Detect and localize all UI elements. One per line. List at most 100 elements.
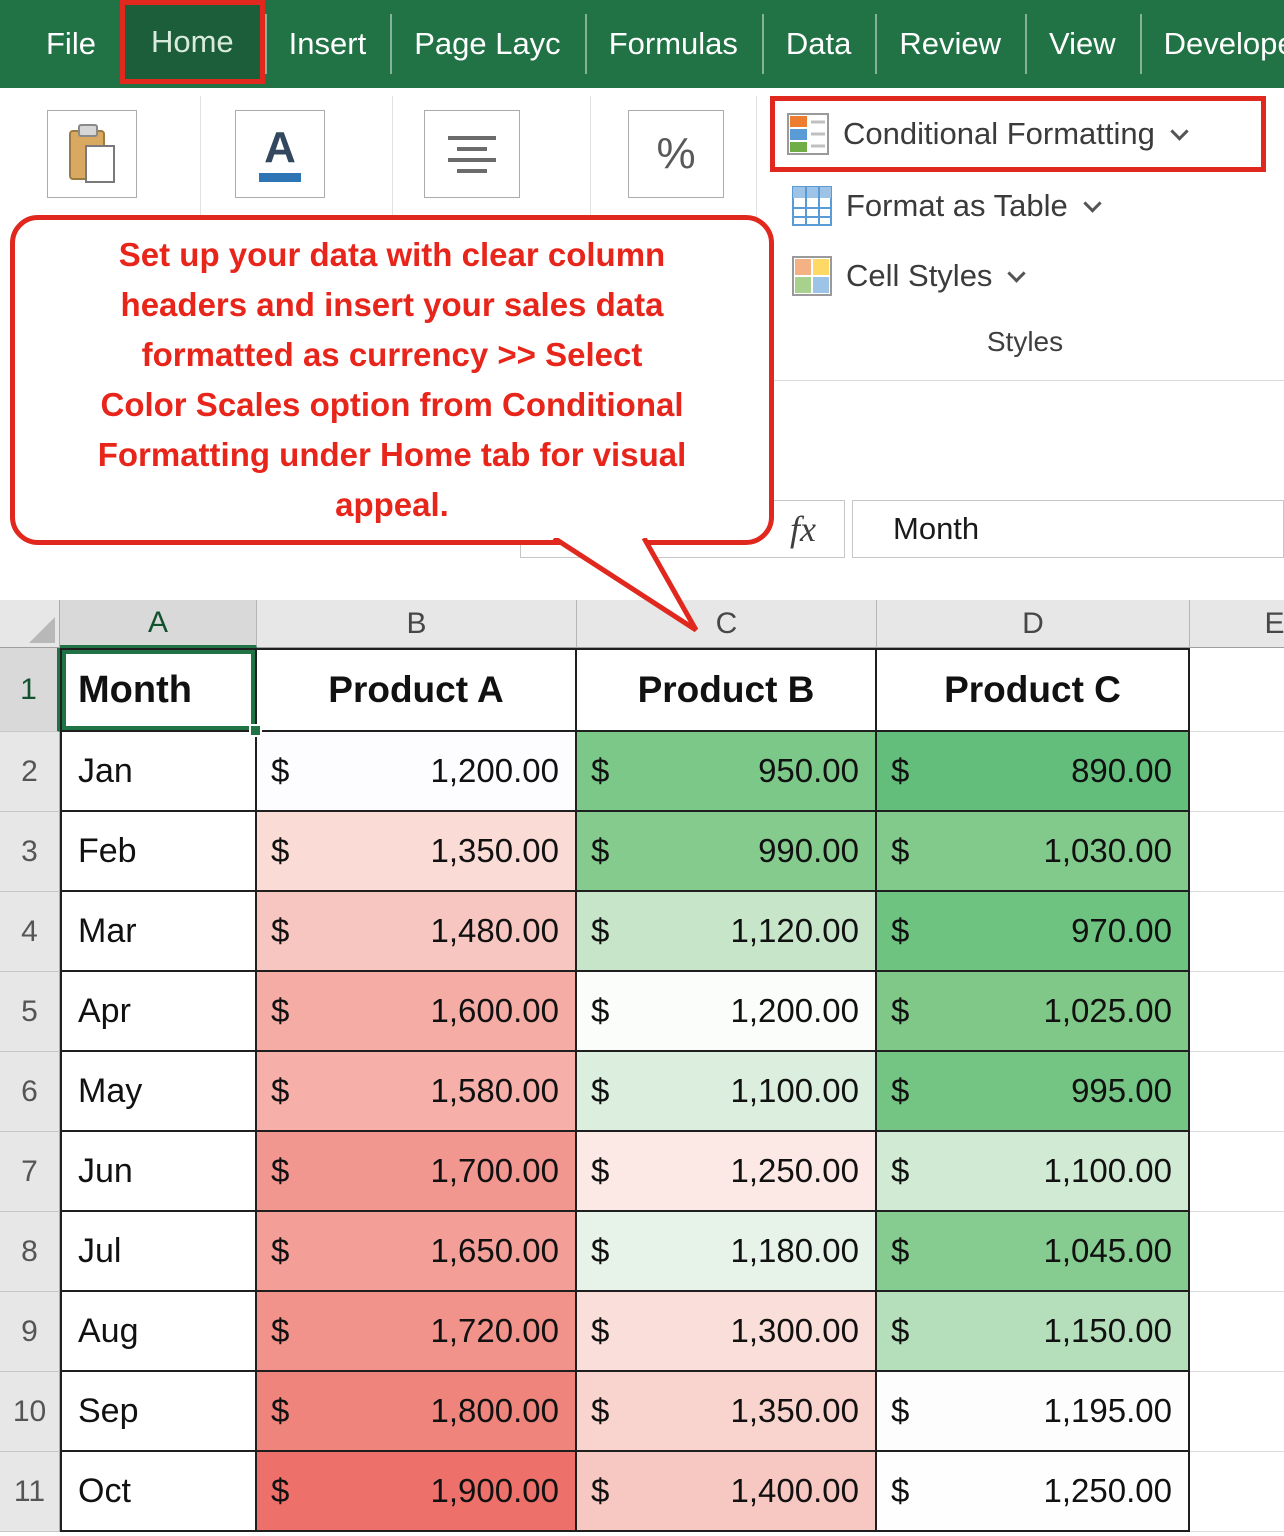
cell-product-c-feb[interactable]: $1,030.00 (877, 812, 1190, 892)
cell-product-a-jun[interactable]: $1,700.00 (257, 1132, 577, 1212)
cell-header-c[interactable]: Product B (577, 648, 877, 732)
cell-product-b-jan[interactable]: $950.00 (577, 732, 877, 812)
tab-insert[interactable]: Insert (265, 0, 391, 88)
format-as-table-button[interactable]: Format as Table (792, 186, 1099, 226)
tab-develope[interactable]: Develope (1140, 0, 1284, 88)
row-header-8[interactable]: 8 (0, 1212, 60, 1292)
cell-product-c-may[interactable]: $995.00 (877, 1052, 1190, 1132)
tab-view[interactable]: View (1025, 0, 1140, 88)
formula-bar-input[interactable]: Month (852, 500, 1284, 558)
cell-month-oct[interactable]: Oct (60, 1452, 257, 1532)
column-header-d[interactable]: D (877, 600, 1190, 648)
row-header-5[interactable]: 5 (0, 972, 60, 1052)
empty-cell-e[interactable] (1190, 1132, 1284, 1212)
empty-cell-e[interactable] (1190, 732, 1284, 812)
cell-product-a-jul[interactable]: $1,650.00 (257, 1212, 577, 1292)
row-header-3[interactable]: 3 (0, 812, 60, 892)
cell-product-a-sep[interactable]: $1,800.00 (257, 1372, 577, 1452)
empty-cell-e[interactable] (1190, 1052, 1284, 1132)
tab-formulas[interactable]: Formulas (585, 0, 762, 88)
conditional-formatting-button[interactable]: Conditional Formatting (770, 96, 1266, 172)
row-header-4[interactable]: 4 (0, 892, 60, 972)
cell-product-c-oct[interactable]: $1,250.00 (877, 1452, 1190, 1532)
empty-cell-e[interactable] (1190, 972, 1284, 1052)
cell-product-c-jun[interactable]: $1,100.00 (877, 1132, 1190, 1212)
row-header-7[interactable]: 7 (0, 1132, 60, 1212)
tab-page-layc[interactable]: Page Layc (390, 0, 585, 88)
tab-review[interactable]: Review (875, 0, 1025, 88)
cell-month-jun[interactable]: Jun (60, 1132, 257, 1212)
cell-value: 1,180.00 (731, 1232, 859, 1270)
cell-product-b-mar[interactable]: $1,120.00 (577, 892, 877, 972)
row-header-11[interactable]: 11 (0, 1452, 60, 1532)
percent-style-button[interactable]: % (628, 110, 724, 198)
tab-file[interactable]: File (22, 0, 120, 88)
currency-symbol: $ (891, 1072, 909, 1110)
cell-product-b-apr[interactable]: $1,200.00 (577, 972, 877, 1052)
column-header-a[interactable]: A (60, 600, 257, 648)
cell-product-a-aug[interactable]: $1,720.00 (257, 1292, 577, 1372)
font-color-button[interactable]: A (235, 110, 325, 198)
cell-month-mar[interactable]: Mar (60, 892, 257, 972)
cell-product-b-aug[interactable]: $1,300.00 (577, 1292, 877, 1372)
empty-cell-e[interactable] (1190, 1292, 1284, 1372)
fx-icon: fx (790, 508, 816, 550)
row-header-2[interactable]: 2 (0, 732, 60, 812)
cell-header-d[interactable]: Product C (877, 648, 1190, 732)
row-header-9[interactable]: 9 (0, 1292, 60, 1372)
column-header-b[interactable]: B (257, 600, 577, 648)
cell-value: 1,030.00 (1044, 832, 1172, 870)
cell-product-a-apr[interactable]: $1,600.00 (257, 972, 577, 1052)
cell-product-a-mar[interactable]: $1,480.00 (257, 892, 577, 972)
select-all-corner[interactable] (0, 600, 60, 648)
row-header-1[interactable]: 1 (0, 648, 60, 732)
cell-styles-button[interactable]: Cell Styles (792, 256, 1023, 296)
cell-product-a-may[interactable]: $1,580.00 (257, 1052, 577, 1132)
cell-product-c-apr[interactable]: $1,025.00 (877, 972, 1190, 1052)
chevron-down-icon (1170, 122, 1188, 140)
cell-month-may[interactable]: May (60, 1052, 257, 1132)
empty-cell-e[interactable] (1190, 892, 1284, 972)
cell-product-a-oct[interactable]: $1,900.00 (257, 1452, 577, 1532)
cell-header-b[interactable]: Product A (257, 648, 577, 732)
cell-month-sep[interactable]: Sep (60, 1372, 257, 1452)
empty-cell-e[interactable] (1190, 1212, 1284, 1292)
row-header-10[interactable]: 10 (0, 1372, 60, 1452)
cell-product-b-sep[interactable]: $1,350.00 (577, 1372, 877, 1452)
conditional-formatting-icon (787, 113, 829, 155)
empty-cell-e[interactable] (1190, 812, 1284, 892)
cell-product-c-sep[interactable]: $1,195.00 (877, 1372, 1190, 1452)
currency-symbol: $ (271, 1232, 289, 1270)
format-as-table-label: Format as Table (846, 188, 1068, 224)
empty-cell-e[interactable] (1190, 1452, 1284, 1532)
currency-symbol: $ (591, 992, 609, 1030)
tab-data[interactable]: Data (762, 0, 875, 88)
cell-a1-month[interactable]: Month (60, 648, 257, 732)
tab-home[interactable]: Home (120, 0, 265, 84)
align-center-button[interactable] (424, 110, 520, 198)
cell-product-c-aug[interactable]: $1,150.00 (877, 1292, 1190, 1372)
paste-button[interactable] (47, 110, 137, 198)
cell-product-b-oct[interactable]: $1,400.00 (577, 1452, 877, 1532)
currency-symbol: $ (271, 1072, 289, 1110)
cell-month-jan[interactable]: Jan (60, 732, 257, 812)
selection-fill-handle[interactable] (249, 724, 262, 737)
row-header-6[interactable]: 6 (0, 1052, 60, 1132)
cell-product-b-may[interactable]: $1,100.00 (577, 1052, 877, 1132)
cell-product-c-mar[interactable]: $970.00 (877, 892, 1190, 972)
cell-product-b-jul[interactable]: $1,180.00 (577, 1212, 877, 1292)
column-header-e[interactable]: E (1190, 600, 1284, 648)
cell-product-a-jan[interactable]: $1,200.00 (257, 732, 577, 812)
cell-value: 1,650.00 (431, 1232, 559, 1270)
empty-cell-e[interactable] (1190, 648, 1284, 732)
cell-month-jul[interactable]: Jul (60, 1212, 257, 1292)
cell-month-aug[interactable]: Aug (60, 1292, 257, 1372)
cell-product-c-jan[interactable]: $890.00 (877, 732, 1190, 812)
empty-cell-e[interactable] (1190, 1372, 1284, 1452)
cell-product-a-feb[interactable]: $1,350.00 (257, 812, 577, 892)
cell-month-apr[interactable]: Apr (60, 972, 257, 1052)
cell-product-c-jul[interactable]: $1,045.00 (877, 1212, 1190, 1292)
cell-product-b-feb[interactable]: $990.00 (577, 812, 877, 892)
cell-product-b-jun[interactable]: $1,250.00 (577, 1132, 877, 1212)
cell-month-feb[interactable]: Feb (60, 812, 257, 892)
